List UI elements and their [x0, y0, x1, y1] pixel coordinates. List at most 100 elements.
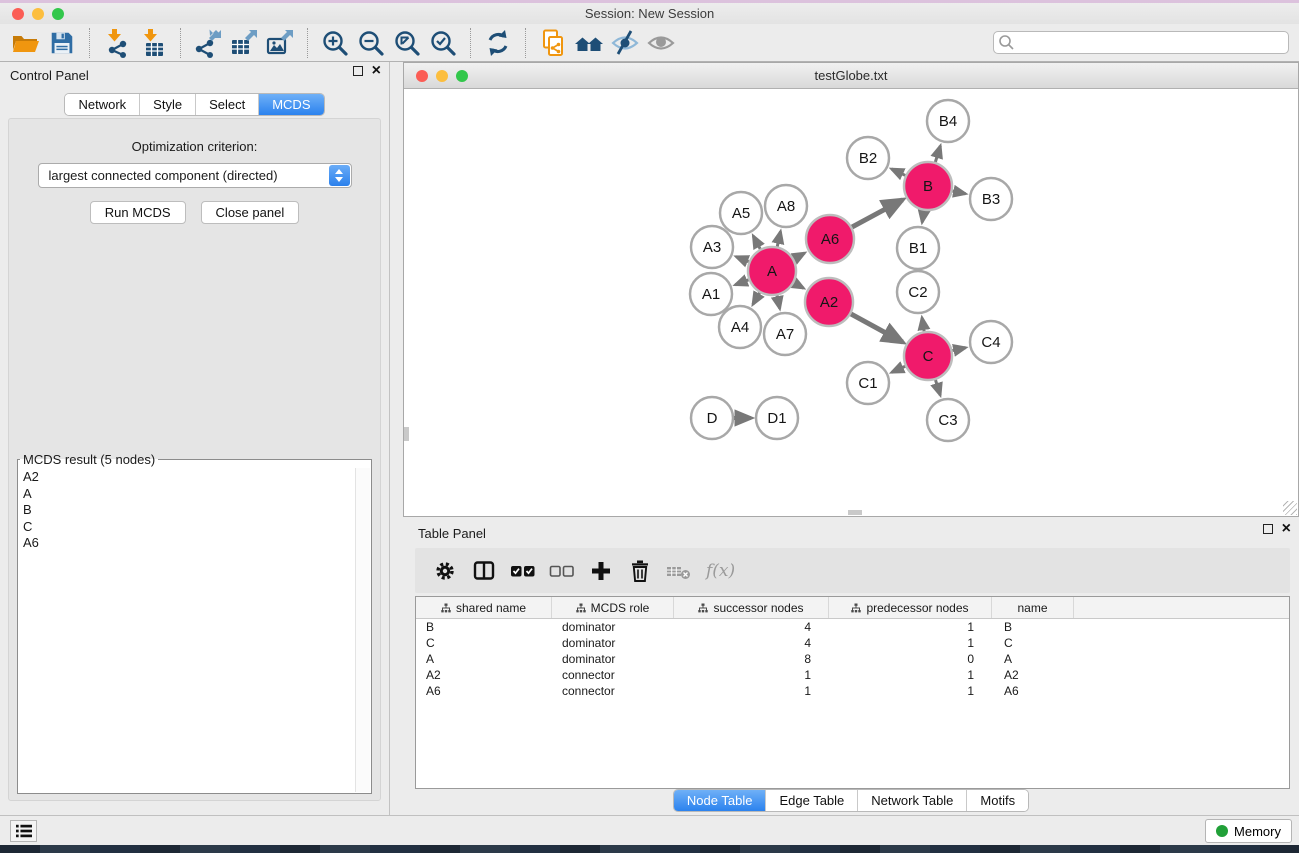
graph-edge-A-A1[interactable]: [735, 280, 748, 285]
tab-mcds[interactable]: MCDS: [258, 94, 323, 115]
export-image-button[interactable]: [262, 27, 298, 59]
table-panel-title: Table Panel: [418, 526, 486, 541]
canvas-vertical-scroll-thumb[interactable]: [404, 427, 409, 441]
float-table-panel-icon[interactable]: [1263, 524, 1273, 534]
network-close-button[interactable]: [416, 70, 428, 82]
open-file-button[interactable]: [8, 27, 44, 59]
export-table-button[interactable]: [226, 27, 262, 59]
mcds-result-item[interactable]: B: [23, 502, 354, 519]
delete-column-button[interactable]: [624, 554, 656, 588]
mcds-result-list[interactable]: A2ABCA6: [20, 469, 354, 791]
graph-node-label-A3: A3: [703, 239, 721, 256]
tab-select[interactable]: Select: [195, 94, 258, 115]
tab-motifs[interactable]: Motifs: [966, 790, 1028, 811]
table-row[interactable]: A2connector11A2: [416, 667, 1289, 683]
run-mcds-button[interactable]: Run MCDS: [90, 201, 186, 224]
save-session-button[interactable]: [44, 27, 80, 59]
table-row[interactable]: Bdominator41B: [416, 619, 1289, 635]
select-all-columns-button[interactable]: [507, 554, 539, 588]
hierarchy-icon: [576, 603, 586, 613]
graph-edge-B-B4[interactable]: [935, 146, 940, 162]
graph-edge-C-C4[interactable]: [952, 348, 965, 351]
network-graph[interactable]: B4B2BB3A8A5A6A3B1AC2A1A2A4A7C4CC1DD1C3: [404, 89, 1298, 516]
graph-edge-A-A5[interactable]: [753, 236, 760, 249]
column-header-shared-name[interactable]: shared name: [416, 597, 552, 618]
graph-edge-B-B2[interactable]: [892, 169, 906, 175]
zoom-window-button[interactable]: [52, 8, 64, 20]
tab-network-table[interactable]: Network Table: [857, 790, 966, 811]
graph-edge-C-C1[interactable]: [892, 366, 905, 372]
graph-edge-A-A7[interactable]: [777, 295, 780, 308]
graph-edge-A-A6[interactable]: [794, 253, 805, 259]
import-table-button[interactable]: [135, 27, 171, 59]
toolbar-separator: [525, 28, 526, 58]
deselect-all-columns-button[interactable]: [546, 554, 578, 588]
tab-style[interactable]: Style: [139, 94, 195, 115]
close-table-panel-icon[interactable]: ×: [1282, 524, 1291, 534]
table-row[interactable]: A6connector11A6: [416, 683, 1289, 699]
graph-edge-A-A2[interactable]: [794, 283, 804, 288]
result-scrollbar[interactable]: [355, 468, 370, 792]
graph-edge-C-C2[interactable]: [922, 318, 924, 332]
zoom-fit-button[interactable]: [389, 27, 425, 59]
column-header-successor-nodes[interactable]: successor nodes: [674, 597, 829, 618]
close-panel-button[interactable]: Close panel: [201, 201, 300, 224]
delete-table-button[interactable]: [663, 554, 695, 588]
network-window-titlebar[interactable]: testGlobe.txt: [404, 63, 1298, 89]
import-network-button[interactable]: [99, 27, 135, 59]
task-history-button[interactable]: [10, 820, 37, 842]
tab-edge-table[interactable]: Edge Table: [765, 790, 857, 811]
mcds-result-item[interactable]: A6: [23, 535, 354, 552]
show-selected-button[interactable]: [643, 27, 679, 59]
float-panel-icon[interactable]: [353, 66, 363, 76]
network-zoom-button[interactable]: [456, 70, 468, 82]
graph-edge-A-A8[interactable]: [777, 231, 780, 246]
show-columns-button[interactable]: [468, 554, 500, 588]
add-column-button[interactable]: [585, 554, 617, 588]
minimize-window-button[interactable]: [32, 8, 44, 20]
column-header-mcds-role[interactable]: MCDS role: [552, 597, 674, 618]
memory-button[interactable]: Memory: [1205, 819, 1292, 843]
export-network-button[interactable]: [190, 27, 226, 59]
table-settings-button[interactable]: [429, 554, 461, 588]
memory-status-icon: [1216, 825, 1228, 837]
hierarchy-icon: [851, 603, 861, 613]
search-input[interactable]: [993, 31, 1289, 54]
column-header-predecessor-nodes[interactable]: predecessor nodes: [829, 597, 992, 618]
zoom-out-button[interactable]: [353, 27, 389, 59]
hide-selected-button[interactable]: [607, 27, 643, 59]
close-window-button[interactable]: [12, 8, 24, 20]
graph-edge-B-B3[interactable]: [952, 191, 965, 194]
window-resize-handle[interactable]: [1283, 501, 1297, 515]
mcds-result-item[interactable]: C: [23, 519, 354, 536]
home-networks-button[interactable]: [571, 27, 607, 59]
tab-network[interactable]: Network: [65, 94, 139, 115]
network-minimize-button[interactable]: [436, 70, 448, 82]
graph-edge-C-C3[interactable]: [935, 380, 940, 395]
mcds-result-item[interactable]: A2: [23, 469, 354, 486]
zoom-out-icon: [356, 28, 386, 58]
table-cell: 4: [674, 620, 829, 634]
function-builder-button[interactable]: f(x): [706, 561, 735, 581]
graph-edge-B-B1[interactable]: [922, 211, 924, 223]
table-row[interactable]: Adominator80A: [416, 651, 1289, 667]
graph-edge-A6-B[interactable]: [852, 200, 903, 227]
graph-edge-A-A4[interactable]: [753, 293, 760, 305]
status-bar: Memory: [0, 815, 1299, 845]
graph-edge-A2-C[interactable]: [851, 314, 903, 342]
graph-node-label-A5: A5: [732, 205, 750, 222]
zoom-in-button[interactable]: [317, 27, 353, 59]
mcds-result-item[interactable]: A: [23, 486, 354, 503]
close-panel-icon[interactable]: ×: [372, 66, 381, 76]
graph-edge-A-A3[interactable]: [736, 257, 749, 262]
column-header-name[interactable]: name: [992, 597, 1074, 618]
criterion-dropdown[interactable]: largest connected component (directed): [38, 163, 352, 188]
table-cell: 0: [829, 652, 992, 666]
network-canvas[interactable]: B4B2BB3A8A5A6A3B1AC2A1A2A4A7C4CC1DD1C3: [404, 89, 1298, 516]
tab-node-table[interactable]: Node Table: [674, 790, 766, 811]
table-row[interactable]: Cdominator41C: [416, 635, 1289, 651]
zoom-selected-button[interactable]: [425, 27, 461, 59]
clone-network-button[interactable]: [535, 27, 571, 59]
refresh-button[interactable]: [480, 27, 516, 59]
canvas-horizontal-scroll-thumb[interactable]: [848, 510, 862, 515]
